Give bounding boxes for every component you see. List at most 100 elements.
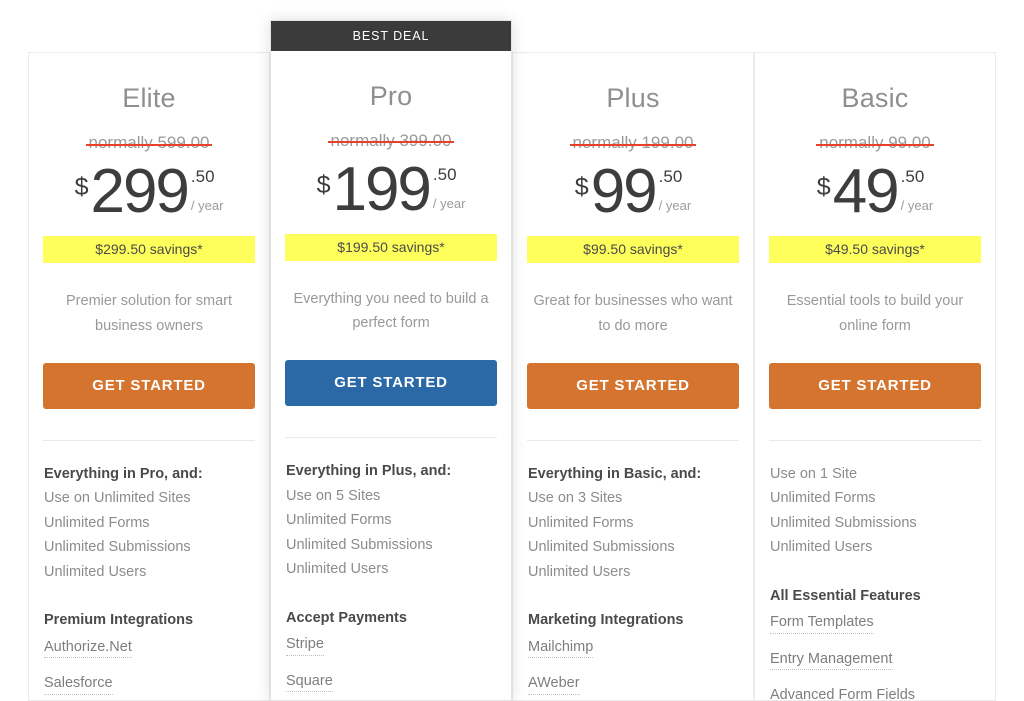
feature-item: Unlimited Users — [44, 563, 147, 580]
price-amount: 99 — [590, 157, 658, 226]
get-started-button[interactable]: GET STARTED — [285, 360, 497, 407]
currency-symbol: $ — [74, 173, 89, 201]
plan-name: Plus — [606, 83, 660, 113]
card-body: Basic normally 99.00 $49.50 / year $49.50 sa… — [755, 83, 995, 700]
pricing-card-elite: Elite normally 599.00 $299.50/ year $299.50… — [28, 52, 270, 701]
pricing-card-basic: Basic normally 99.00 $49.50 / year $49.50 sa… — [754, 52, 996, 701]
integrations-heading: Marketing Integrations — [528, 612, 684, 629]
integration-link[interactable]: Form Templates — [770, 615, 874, 634]
pricing-table: Elite normally 599.00 $299.50/ year $299.50… — [0, 0, 1024, 701]
price-row: $49.50 / year — [769, 157, 981, 226]
plan-name: Elite — [122, 83, 176, 113]
features-list: Everything in Basic, and: Use on 3 Sites U… — [527, 465, 739, 700]
integration-row: Form Templates — [770, 613, 980, 650]
price-cents: .50 — [658, 167, 683, 186]
integration-link[interactable]: Entry Management — [770, 652, 893, 671]
price-cents: .50 — [432, 164, 457, 184]
plan-tagline: Premier solution for smart business owne… — [66, 293, 232, 334]
integration-link[interactable]: Stripe — [286, 637, 324, 656]
feature-item: Unlimited Forms — [44, 514, 150, 531]
integration-row: Advanced Form Fields — [770, 686, 980, 700]
price-amount: 49 — [832, 157, 900, 226]
plan-name: Basic — [841, 83, 909, 113]
get-started-button[interactable]: GET STARTED — [769, 362, 981, 409]
price-tail: .50 / year — [659, 168, 692, 212]
integration-row: Square — [286, 672, 496, 700]
feature-item: Unlimited Users — [286, 561, 389, 578]
feature-item: Use on 1 Site — [770, 465, 858, 482]
card-body: Elite normally 599.00 $299.50/ year $299.50… — [29, 83, 269, 700]
section-divider — [527, 439, 739, 441]
integration-link[interactable]: Mailchimp — [528, 640, 594, 659]
original-price-text: normally 599.00 — [88, 133, 210, 152]
original-price-text: normally 399.00 — [330, 130, 452, 150]
feature-item: Use on 5 Sites — [286, 487, 381, 504]
price-row: $99.50 / year — [527, 157, 739, 226]
integration-link[interactable]: Advanced Form Fields — [770, 688, 915, 700]
integration-link[interactable]: AWeber — [528, 676, 580, 695]
currency-symbol: $ — [316, 170, 331, 199]
integration-row: Authorize.Net — [44, 638, 254, 675]
original-price: normally 599.00 — [85, 133, 213, 153]
card-body: Pro normally 399.00 $199.50 / year $199.50 s… — [271, 80, 511, 701]
price-row: $199.50 / year — [285, 154, 497, 224]
integration-row: Mailchimp — [528, 638, 738, 675]
integration-link[interactable]: Authorize.Net — [44, 640, 132, 659]
currency-symbol: $ — [816, 173, 831, 201]
price-tail: .50 / year — [901, 168, 934, 212]
features-spacer — [44, 589, 254, 613]
feature-item: Unlimited Forms — [528, 514, 634, 531]
features-heading: Everything in Plus, and: — [286, 463, 452, 480]
feature-item: Unlimited Submissions — [770, 514, 917, 531]
savings-badge: $199.50 savings* — [285, 233, 497, 261]
feature-item: Unlimited Submissions — [528, 539, 675, 556]
original-price: normally 399.00 — [327, 130, 455, 151]
savings-badge: $299.50 savings* — [43, 236, 255, 263]
price-period: / year — [432, 195, 466, 211]
feature-item: Use on Unlimited Sites — [44, 490, 191, 507]
price-tail: .50 / year — [433, 166, 466, 210]
plan-name: Pro — [369, 80, 413, 111]
feature-item: Unlimited Users — [770, 539, 873, 556]
features-heading: Everything in Pro, and: — [44, 465, 203, 482]
feature-item: Unlimited Submissions — [44, 539, 191, 556]
get-started-button[interactable]: GET STARTED — [527, 362, 739, 409]
savings-badge: $49.50 savings* — [769, 236, 981, 263]
get-started-button[interactable]: GET STARTED — [43, 362, 255, 409]
price-tail: .50 / year — [191, 168, 224, 212]
price-cents: .50 — [900, 167, 925, 186]
integrations-heading: Premium Integrations — [44, 612, 194, 629]
plan-tagline: Great for businesses who want to do more — [533, 293, 733, 334]
plan-tagline: Essential tools to build your online for… — [786, 293, 964, 334]
section-divider — [285, 437, 497, 439]
plan-tagline: Everything you need to build a perfect f… — [293, 290, 489, 332]
price-period: / year — [658, 198, 692, 213]
integration-row: Salesforce — [44, 674, 254, 700]
pricing-card-pro: BEST DEAL Pro normally 399.00 $199.50 / year… — [270, 20, 512, 701]
features-list: Everything in Plus, and: Use on 5 Sites Un… — [285, 463, 497, 700]
price-amount: 299 — [90, 157, 189, 226]
features-spacer — [770, 565, 980, 589]
pricing-cards-container: Elite normally 599.00 $299.50/ year $299.50… — [28, 0, 996, 701]
original-price: normally 199.00 — [569, 133, 697, 153]
integration-row: AWeber — [528, 674, 738, 700]
section-divider — [43, 439, 255, 441]
features-spacer — [528, 589, 738, 613]
feature-item: Unlimited Forms — [286, 512, 392, 529]
card-body: Plus normally 199.00 $99.50 / year $99.50 sa… — [513, 83, 753, 700]
features-heading: Everything in Basic, and: — [528, 465, 702, 482]
strikethrough-line — [569, 143, 697, 146]
currency-symbol: $ — [574, 173, 589, 201]
feature-item: Unlimited Forms — [770, 490, 876, 507]
feature-item: Unlimited Users — [528, 563, 631, 580]
integration-link[interactable]: Square — [286, 674, 333, 693]
feature-item: Use on 3 Sites — [528, 490, 623, 507]
price-row: $299.50 / year — [43, 157, 255, 226]
integration-link[interactable]: Salesforce — [44, 676, 113, 695]
original-price: normally 99.00 — [816, 133, 934, 153]
pricing-card-plus: Plus normally 199.00 $99.50 / year $99.50 sa… — [512, 52, 754, 701]
price-amount: 199 — [332, 154, 431, 224]
integration-row: Stripe — [286, 635, 496, 672]
feature-item: Unlimited Submissions — [286, 536, 433, 553]
integrations-heading: All Essential Features — [770, 587, 921, 604]
